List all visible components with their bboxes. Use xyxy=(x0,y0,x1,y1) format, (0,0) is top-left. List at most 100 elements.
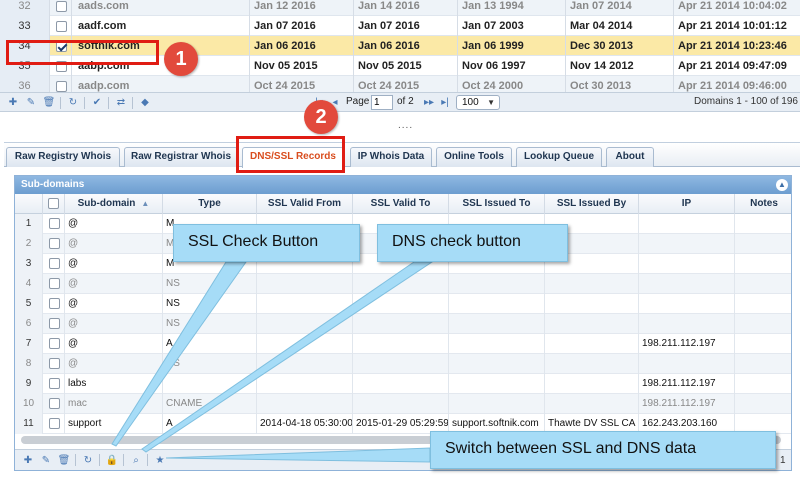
notes-cell xyxy=(735,214,791,234)
ssl-valid-to-column-header[interactable]: SSL Valid To xyxy=(353,194,449,214)
row-checkbox-cell[interactable] xyxy=(43,374,65,394)
subdomains-title-text: Sub-domains xyxy=(21,179,85,190)
date-cell: Oct 24 2015 xyxy=(250,76,354,92)
tab-raw-registry-whois[interactable]: Raw Registry Whois xyxy=(6,147,120,167)
row-checkbox-cell[interactable] xyxy=(43,294,65,314)
domain-row[interactable]: 33 aadf.com Jan 07 2016 Jan 07 2016 Jan 07 2… xyxy=(0,16,800,36)
tag-icon[interactable]: ◆ xyxy=(138,96,152,110)
row-checkbox[interactable] xyxy=(49,257,60,269)
type-column-header[interactable]: Type xyxy=(163,194,257,214)
domain-row[interactable]: 36 aadp.com Oct 24 2015 Oct 24 2015 Oct 24 2… xyxy=(0,76,800,92)
tab-about[interactable]: About xyxy=(606,147,654,167)
subdomain-row[interactable]: 8 @ NS xyxy=(15,354,791,374)
notes-column-header[interactable]: Notes xyxy=(735,194,791,214)
page-number-input[interactable] xyxy=(371,95,393,110)
date-cell: Jan 13 1994 xyxy=(458,0,566,16)
row-checkbox[interactable] xyxy=(49,237,60,249)
row-checkbox-cell[interactable] xyxy=(43,334,65,354)
subdomain-row[interactable]: 6 @ NS xyxy=(15,314,791,334)
tab-online-tools[interactable]: Online Tools xyxy=(436,147,512,167)
edit-icon[interactable]: ✎ xyxy=(39,454,53,468)
check-icon[interactable]: ✔ xyxy=(90,96,104,110)
row-checkbox-cell[interactable] xyxy=(43,254,65,274)
subdomain-row[interactable]: 5 @ NS xyxy=(15,294,791,314)
tab-raw-registrar-whois[interactable]: Raw Registrar Whois xyxy=(124,147,238,167)
sub-domain-column-header[interactable]: Sub-domain ▲ xyxy=(65,194,163,214)
ssl-issued-by-column-header[interactable]: SSL Issued By xyxy=(545,194,639,214)
select-all-header[interactable] xyxy=(43,194,65,214)
subdomain-row[interactable]: 7 @ A 198.211.112.197 xyxy=(15,334,791,354)
date-cell: Jan 07 2003 xyxy=(458,16,566,36)
domain-row[interactable]: 32 aads.com Jan 12 2016 Jan 14 2016 Jan 13 1… xyxy=(0,0,800,16)
chevron-down-icon: ▼ xyxy=(487,98,495,107)
ssl-issued-to-column-header[interactable]: SSL Issued To xyxy=(449,194,545,214)
ssl-valid-from-column-header[interactable]: SSL Valid From xyxy=(257,194,353,214)
row-checkbox[interactable] xyxy=(56,20,67,32)
subdomain-row[interactable]: 9 labs 198.211.112.197 xyxy=(15,374,791,394)
row-checkbox[interactable] xyxy=(49,217,60,229)
notes-cell xyxy=(735,274,791,294)
edit-icon[interactable]: ✎ xyxy=(24,96,38,110)
select-all-checkbox[interactable] xyxy=(48,197,59,209)
splitter-grip-icon[interactable]: .... xyxy=(398,120,413,131)
row-checkbox-cell[interactable] xyxy=(43,214,65,234)
star-icon[interactable]: ★ xyxy=(153,454,167,468)
lock-icon[interactable]: 🔒 xyxy=(105,454,119,468)
collapse-icon[interactable]: ▲ xyxy=(776,179,788,191)
ssl-valid-to-cell xyxy=(353,314,449,334)
row-checkbox-cell[interactable] xyxy=(43,394,65,414)
search-icon[interactable]: ⌕ xyxy=(129,454,143,468)
sub-domain-header-label: Sub-domain xyxy=(77,198,136,209)
row-number: 2 xyxy=(15,234,43,254)
panel-splitter[interactable]: .... xyxy=(0,112,800,142)
row-checkbox[interactable] xyxy=(49,357,60,369)
ssl-valid-to-cell xyxy=(353,334,449,354)
row-checkbox[interactable] xyxy=(49,337,60,349)
delete-icon[interactable]: 🗑 xyxy=(42,96,56,110)
tab-lookup-queue[interactable]: Lookup Queue xyxy=(516,147,602,167)
sub-domain-cell: @ xyxy=(65,274,163,294)
ssl-issued-by-cell xyxy=(545,394,639,414)
tab-ip-whois-data[interactable]: IP Whois Data xyxy=(350,147,432,167)
row-checkbox[interactable] xyxy=(56,80,67,92)
next-page-icon[interactable]: ▸▸ xyxy=(422,96,436,110)
row-checkbox[interactable] xyxy=(49,417,60,429)
record-type-cell: A xyxy=(163,414,257,434)
row-checkbox-cell[interactable] xyxy=(50,0,72,16)
row-checkbox-cell[interactable] xyxy=(50,76,72,92)
row-checkbox-cell[interactable] xyxy=(43,414,65,434)
delete-icon[interactable]: 🗑 xyxy=(57,454,71,468)
date-cell: Jan 14 2016 xyxy=(354,0,458,16)
row-checkbox[interactable] xyxy=(49,317,60,329)
row-checkbox[interactable] xyxy=(49,377,60,389)
subdomain-row[interactable]: 10 mac CNAME 198.211.112.197 xyxy=(15,394,791,414)
add-icon[interactable]: ✚ xyxy=(21,454,35,468)
sub-domain-cell: @ xyxy=(65,294,163,314)
row-checkbox[interactable] xyxy=(49,277,60,289)
row-checkbox-cell[interactable] xyxy=(50,16,72,36)
row-checkbox-cell[interactable] xyxy=(43,354,65,374)
row-checkbox-cell[interactable] xyxy=(43,234,65,254)
last-page-icon[interactable]: ▸| xyxy=(438,96,452,110)
refresh-icon[interactable]: ↻ xyxy=(81,454,95,468)
swap-icon[interactable]: ⇄ xyxy=(114,96,128,110)
notes-cell xyxy=(735,254,791,274)
ip-column-header[interactable]: IP xyxy=(639,194,735,214)
row-checkbox-cell[interactable] xyxy=(43,314,65,334)
row-checkbox[interactable] xyxy=(49,397,60,409)
ssl-issued-to-cell xyxy=(449,314,545,334)
subdomain-row[interactable]: 4 @ NS xyxy=(15,274,791,294)
row-number: 6 xyxy=(15,314,43,334)
ip-cell: 198.211.112.197 xyxy=(639,334,735,354)
refresh-icon[interactable]: ↻ xyxy=(66,96,80,110)
ssl-valid-from-cell xyxy=(257,354,353,374)
add-icon[interactable]: ✚ xyxy=(6,96,20,110)
ip-cell: 198.211.112.197 xyxy=(639,394,735,414)
page-size-select[interactable]: 100 ▼ xyxy=(456,95,500,110)
row-checkbox[interactable] xyxy=(56,0,67,12)
row-number: 10 xyxy=(15,394,43,414)
row-checkbox-cell[interactable] xyxy=(43,274,65,294)
subdomains-panel: Sub-domains ▲ Sub-domain ▲ Type SSL Valid… xyxy=(14,175,792,471)
ssl-valid-to-cell xyxy=(353,274,449,294)
row-checkbox[interactable] xyxy=(49,297,60,309)
